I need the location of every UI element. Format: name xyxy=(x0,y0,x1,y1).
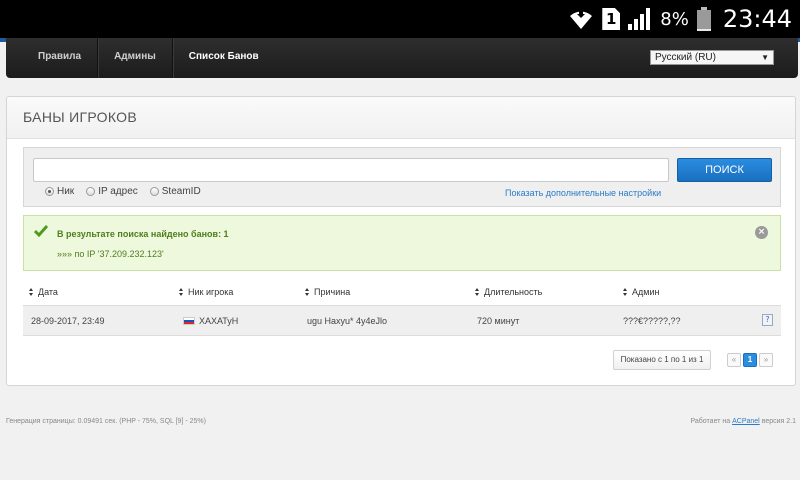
sim-card-icon: 1 xyxy=(602,8,621,30)
sort-icon xyxy=(305,287,310,297)
sort-icon xyxy=(29,287,34,297)
wifi-icon xyxy=(570,9,593,29)
radio-steamid[interactable]: SteamID xyxy=(149,186,201,197)
clock: 23:44 xyxy=(722,5,792,33)
pagination-info: Показано с 1 по 1 из 1 xyxy=(613,350,711,370)
search-type-options: Ник IP адрес SteamID xyxy=(45,186,201,197)
radio-label-steamid: SteamID xyxy=(161,186,201,197)
footer-powered-prefix: Работает на xyxy=(690,418,731,425)
battery-percentage: 8% xyxy=(660,8,689,30)
notice-result-count: В результате поиска найдено банов: 1 xyxy=(57,229,229,239)
search-box: ПОИСК Ник IP адрес SteamID Показать допо… xyxy=(23,147,781,207)
language-select[interactable]: Русский (RU) ▼ xyxy=(650,50,774,65)
acpanel-link[interactable]: ACPanel xyxy=(732,418,760,425)
pagination-page-button[interactable]: 1 xyxy=(743,353,757,367)
cell-signal-icon xyxy=(628,8,651,30)
cell-nick: ХАХАТуН xyxy=(183,316,238,326)
close-icon[interactable]: × xyxy=(755,226,768,239)
nav-item-rules[interactable]: Правила xyxy=(22,38,99,78)
column-header-reason[interactable]: Причина xyxy=(305,287,350,297)
radio-nick[interactable]: Ник xyxy=(45,186,74,197)
radio-label-ip: IP адрес xyxy=(98,186,138,197)
column-header-admin[interactable]: Админ xyxy=(623,287,659,297)
nav-menu: Правила Админы Список Банов xyxy=(22,38,275,78)
column-label: Длительность xyxy=(484,287,543,297)
cell-admin: ???€?????,?? xyxy=(623,316,681,326)
radio-label-nick: Ник xyxy=(57,186,75,197)
table-row[interactable]: 28-09-2017, 23:49 ХАХАТуН ugu Haxyu* 4y4… xyxy=(23,305,781,336)
column-label: Ник игрока xyxy=(188,287,234,297)
language-select-value: Русский (RU) xyxy=(655,52,716,63)
page-title: БАНЫ ИГРОКОВ xyxy=(23,109,138,125)
search-input[interactable] xyxy=(33,158,669,182)
radio-unselected-icon[interactable] xyxy=(149,187,159,196)
radio-unselected-icon[interactable] xyxy=(86,187,96,196)
search-result-notice: В результате поиска найдено банов: 1 »»»… xyxy=(23,215,781,271)
bans-table: Дата Ник игрока Причина Длительность Адм… xyxy=(23,283,781,336)
column-label: Дата xyxy=(38,287,58,297)
top-navigation: Правила Админы Список Банов Русский (RU)… xyxy=(6,38,798,78)
column-label: Причина xyxy=(314,287,351,297)
footer-generation-time: Генерация страницы: 0.09491 сек. (PHP - … xyxy=(6,418,206,425)
nav-item-admins[interactable]: Админы xyxy=(98,38,173,78)
search-button[interactable]: ПОИСК xyxy=(677,158,772,182)
cell-nick-text: ХАХАТуН xyxy=(199,316,239,326)
footer-version: версия 2.1 xyxy=(761,418,796,425)
pagination-prev-button[interactable]: « xyxy=(727,353,741,367)
checkmark-icon xyxy=(34,225,48,238)
cell-reason: ugu Haxyu* 4y4eJlo xyxy=(307,316,388,326)
notice-result-filter: »»» по IP '37.209.232.123' xyxy=(57,249,164,259)
advanced-settings-link[interactable]: Показать дополнительные настройки xyxy=(505,188,661,198)
column-label: Админ xyxy=(632,287,660,297)
sort-icon xyxy=(623,287,628,297)
footer-powered-by: Работает на ACPanel версия 2.1 xyxy=(690,418,796,425)
column-header-duration[interactable]: Длительность xyxy=(475,287,542,297)
sim-slot-number: 1 xyxy=(606,10,617,28)
sort-icon xyxy=(475,287,480,297)
pagination: « 1 » xyxy=(727,353,773,367)
column-header-nick[interactable]: Ник игрока xyxy=(179,287,233,297)
radio-ip[interactable]: IP адрес xyxy=(86,186,138,197)
pagination-next-button[interactable]: » xyxy=(759,353,773,367)
status-bar-icons: 1 8% 23:44 xyxy=(568,0,792,38)
nav-item-ban-list[interactable]: Список Банов xyxy=(173,38,275,78)
table-header: Дата Ник игрока Причина Длительность Адм… xyxy=(23,283,781,305)
status-bar: 1 8% 23:44 xyxy=(0,0,800,38)
cell-duration: 720 минут xyxy=(477,316,520,326)
radio-selected-icon[interactable] xyxy=(45,187,54,196)
dropdown-arrow-icon: ▼ xyxy=(761,53,769,62)
bans-panel: БАНЫ ИГРОКОВ ПОИСК Ник IP адрес SteamID … xyxy=(6,96,796,386)
details-icon[interactable]: ? xyxy=(762,314,773,326)
column-header-date[interactable]: Дата xyxy=(29,287,58,297)
sort-icon xyxy=(179,287,184,297)
panel-header: БАНЫ ИГРОКОВ xyxy=(7,97,795,139)
cell-date: 28-09-2017, 23:49 xyxy=(31,316,105,326)
flag-russia-icon xyxy=(183,317,195,325)
battery-icon xyxy=(696,7,711,31)
